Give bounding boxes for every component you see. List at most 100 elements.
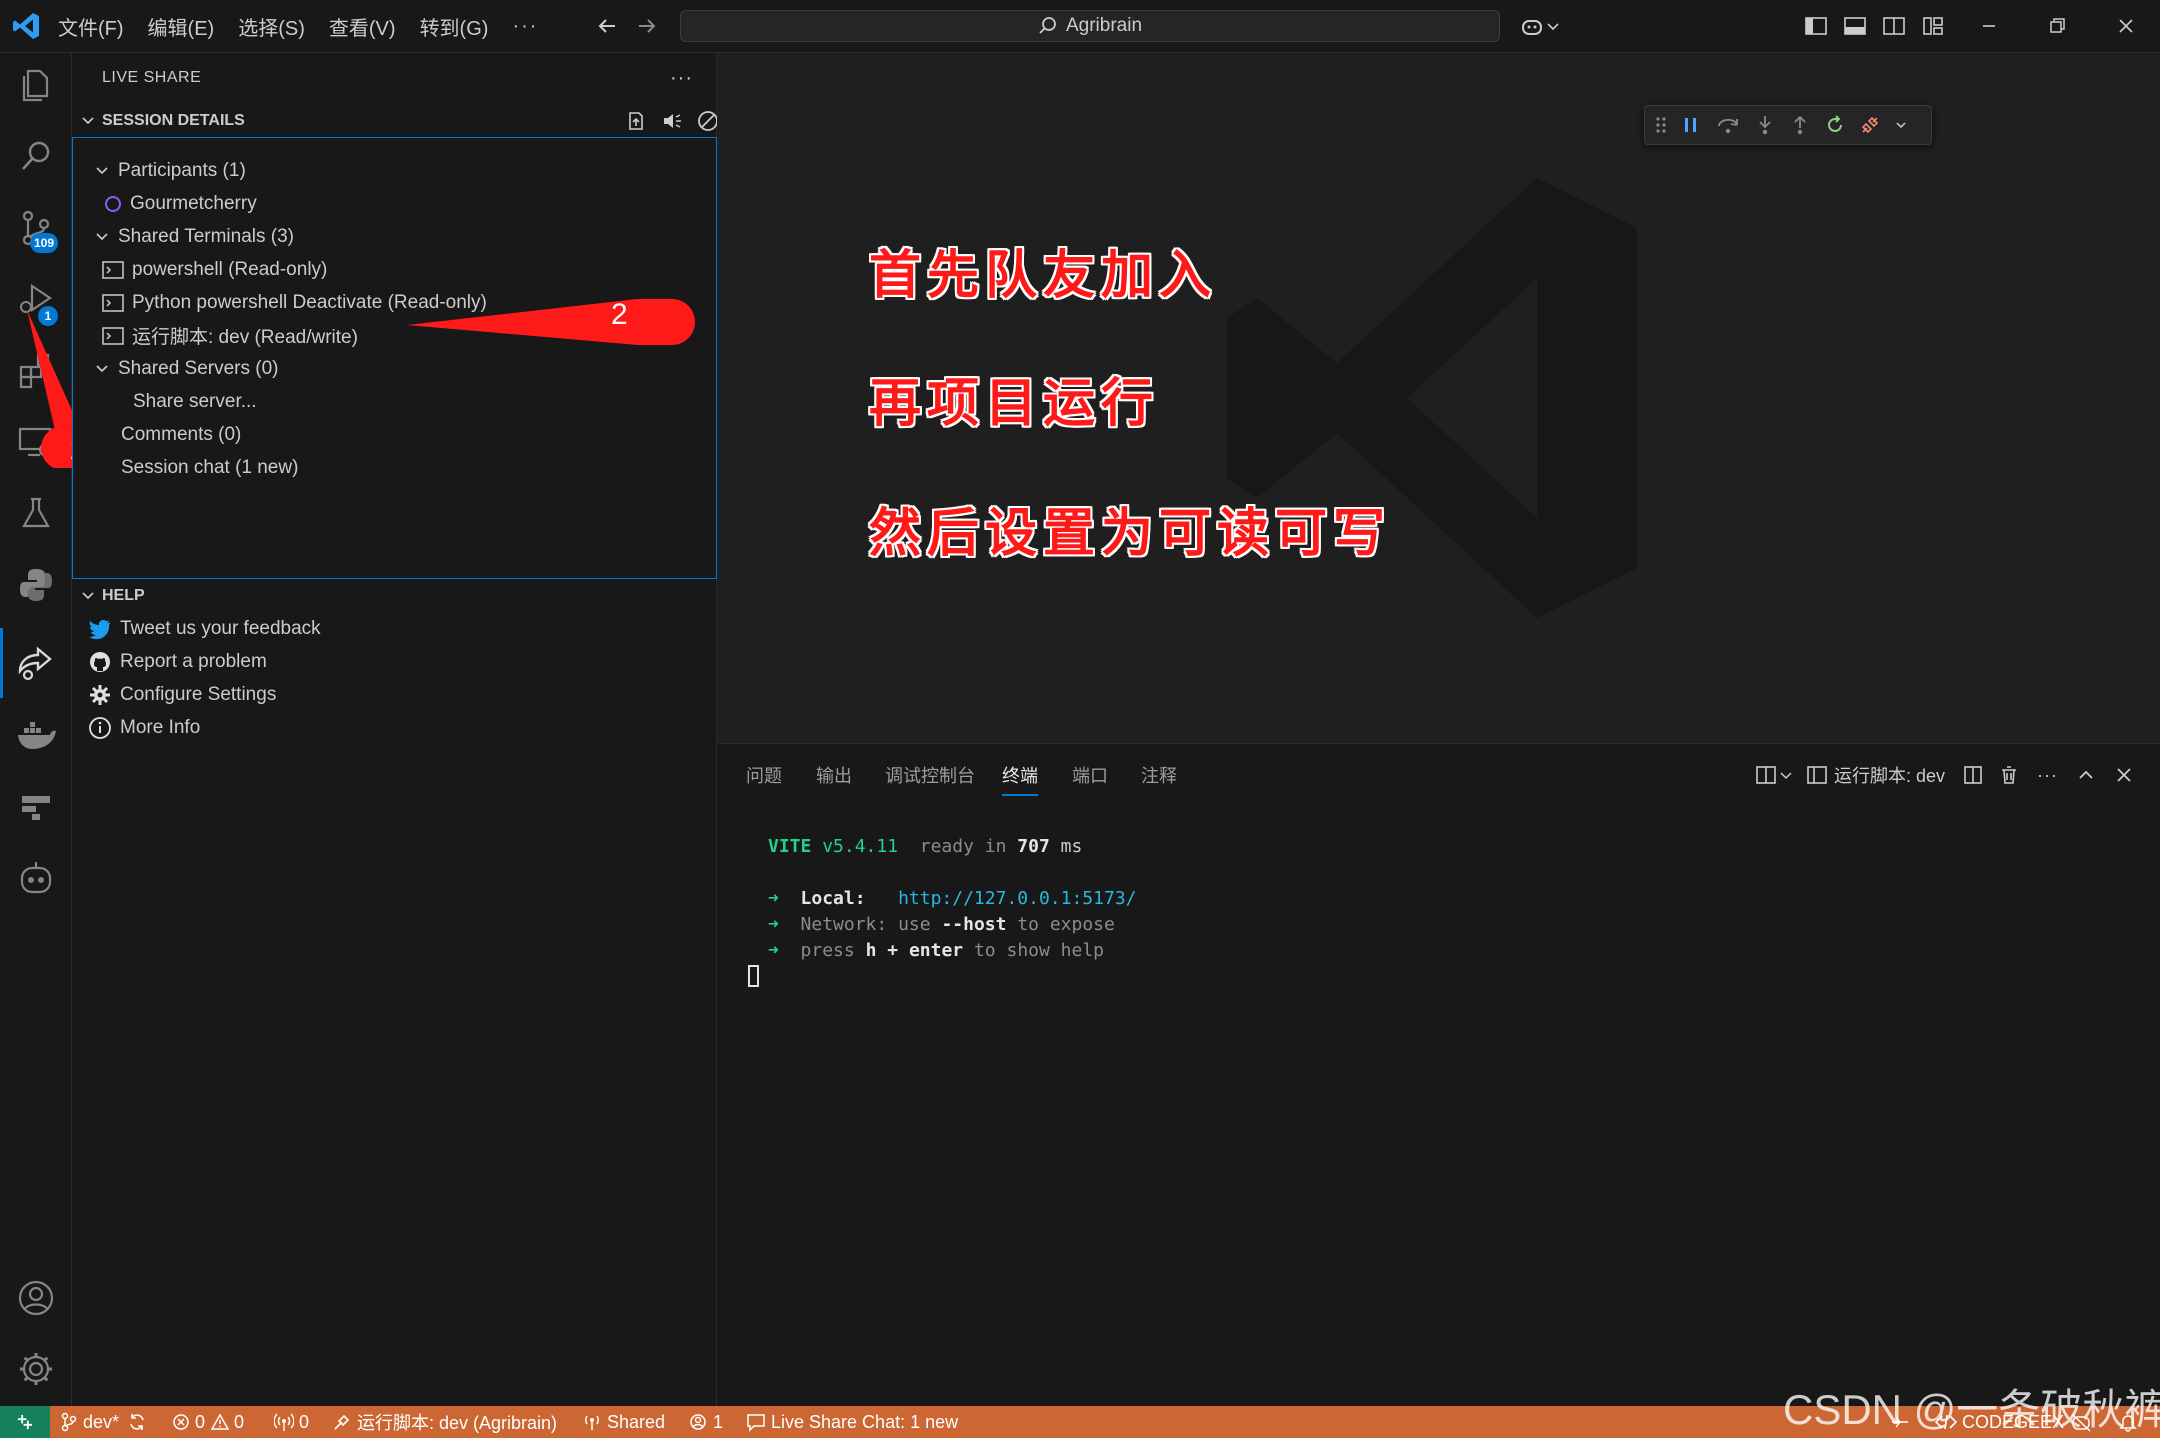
- restart-icon[interactable]: [1824, 114, 1846, 136]
- chevron-down-icon: [96, 364, 108, 372]
- search-icon: [1039, 17, 1056, 34]
- follow-participant-icon[interactable]: [624, 109, 648, 133]
- problems-item[interactable]: 0 0: [172, 1406, 244, 1438]
- timeline-tool-icon[interactable]: [14, 784, 58, 828]
- minimize-window-icon[interactable]: [1975, 12, 2003, 40]
- sidebar-more-button[interactable]: ···: [670, 67, 693, 90]
- ports-item[interactable]: 0: [274, 1406, 309, 1438]
- help-header[interactable]: HELP: [80, 581, 145, 611]
- ai-assistant-robot-icon[interactable]: [14, 856, 58, 900]
- menu-bar: 文件(F) 编辑(E) 选择(S) 查看(V) 转到(G) ···: [58, 0, 562, 52]
- testing-flask-icon[interactable]: [14, 491, 58, 535]
- python-icon[interactable]: [14, 563, 58, 607]
- pause-icon[interactable]: [1680, 114, 1702, 136]
- step-over-icon[interactable]: [1715, 114, 1741, 136]
- info-icon: [89, 716, 111, 739]
- live-share-participants-item[interactable]: 1: [688, 1406, 723, 1438]
- tab-problems[interactable]: 问题: [746, 762, 782, 794]
- participants-count: 1: [713, 1411, 724, 1432]
- live-share-status-item[interactable]: Shared: [582, 1406, 665, 1438]
- disconnect-icon[interactable]: [1859, 114, 1881, 136]
- forward-arrow-icon[interactable]: [633, 12, 661, 40]
- terminal-item-run-script-dev[interactable]: 运行脚本: dev (Read/write): [102, 319, 358, 352]
- participants-group[interactable]: Participants (1): [94, 154, 246, 187]
- shared-servers-group[interactable]: Shared Servers (0): [94, 352, 279, 385]
- toggle-panel-icon[interactable]: [1841, 12, 1869, 40]
- running-task-label: 运行脚本: dev (Agribrain): [357, 1413, 558, 1433]
- help-item-report-problem[interactable]: Report a problem: [88, 645, 267, 678]
- help-item-label: Configure Settings: [120, 683, 277, 705]
- menu-selection[interactable]: 选择(S): [238, 12, 305, 41]
- active-terminal-name[interactable]: 运行脚本: dev: [1834, 762, 1945, 788]
- share-server-action[interactable]: Share server...: [133, 385, 257, 418]
- menu-file[interactable]: 文件(F): [58, 12, 124, 41]
- toggle-primary-sidebar-icon[interactable]: [1802, 12, 1830, 40]
- maximize-panel-chevron-up-icon[interactable]: [2074, 763, 2098, 787]
- customize-layout-icon[interactable]: [1919, 12, 1947, 40]
- settings-gear-icon[interactable]: [14, 1347, 58, 1391]
- step-out-icon[interactable]: [1789, 114, 1811, 136]
- menu-edit[interactable]: 编辑(E): [148, 12, 215, 41]
- audio-mute-icon[interactable]: [660, 109, 684, 133]
- step-into-icon[interactable]: [1754, 114, 1776, 136]
- chevron-down-icon[interactable]: [1778, 763, 1794, 787]
- live-share-chat-item[interactable]: Live Share Chat: 1 new: [746, 1406, 958, 1438]
- help-item-label: Report a problem: [120, 650, 267, 672]
- menu-view[interactable]: 查看(V): [329, 12, 396, 41]
- trash-icon[interactable]: [1997, 763, 2021, 787]
- menu-more-button[interactable]: ···: [512, 15, 538, 38]
- copilot-chevron-down-icon[interactable]: [1545, 12, 1561, 40]
- warning-count: 0: [234, 1411, 245, 1432]
- back-arrow-icon[interactable]: [593, 12, 621, 40]
- split-terminal-icon[interactable]: [1961, 763, 1985, 787]
- gear-icon: [90, 684, 110, 705]
- tab-debug-console[interactable]: 调试控制台: [885, 762, 975, 794]
- chevron-down-icon: [82, 592, 94, 600]
- running-task-item[interactable]: 运行脚本: dev (Agribrain): [332, 1406, 557, 1438]
- sync-icon[interactable]: [127, 1412, 147, 1432]
- terminal-item-powershell[interactable]: powershell (Read-only): [102, 253, 327, 286]
- press-text: press: [800, 940, 855, 961]
- session-chat-item[interactable]: Session chat (1 new): [121, 451, 298, 484]
- session-details-header[interactable]: SESSION DETAILS: [80, 106, 245, 136]
- branch-item[interactable]: dev*: [60, 1406, 152, 1438]
- panel-more-button[interactable]: ···: [2037, 765, 2058, 786]
- participant-item[interactable]: Gourmetcherry: [104, 187, 257, 220]
- network-rest: to expose: [1017, 914, 1115, 935]
- explorer-icon[interactable]: [14, 63, 58, 107]
- live-share-icon[interactable]: [14, 641, 58, 685]
- help-item-more-info[interactable]: More Info: [88, 711, 200, 744]
- git-branch-icon: [61, 1412, 77, 1432]
- shared-label: Shared: [607, 1411, 666, 1432]
- vite-version: v5.4.11: [822, 836, 899, 857]
- close-window-icon[interactable]: [2112, 12, 2140, 40]
- search-view-icon[interactable]: [14, 134, 58, 178]
- tab-ports[interactable]: 端口: [1072, 762, 1108, 794]
- local-url-link[interactable]: http://127.0.0.1:5173/: [898, 888, 1136, 909]
- ready-text: ready in: [919, 836, 1007, 857]
- help-item-tweet-feedback[interactable]: Tweet us your feedback: [88, 612, 321, 645]
- remote-indicator[interactable]: [0, 1406, 50, 1438]
- split-layout-icon[interactable]: [1754, 763, 1778, 787]
- docker-icon[interactable]: [14, 713, 58, 757]
- help-item-configure-settings[interactable]: Configure Settings: [88, 678, 276, 711]
- local-label: Local:: [800, 888, 866, 909]
- chevron-down-icon[interactable]: [1894, 114, 1908, 136]
- menu-go[interactable]: 转到(G): [420, 12, 489, 41]
- branch-name: dev*: [83, 1411, 120, 1432]
- drag-handle-icon[interactable]: [1655, 114, 1667, 136]
- command-center-search[interactable]: Agribrain: [680, 10, 1500, 42]
- copilot-icon[interactable]: [1518, 12, 1546, 40]
- shared-terminals-group[interactable]: Shared Terminals (3): [94, 220, 294, 253]
- tab-terminal[interactable]: 终端: [1002, 762, 1038, 796]
- restore-window-icon[interactable]: [2043, 12, 2071, 40]
- arrow-glyph: ➜: [768, 888, 779, 909]
- accounts-icon[interactable]: [14, 1276, 58, 1320]
- toggle-secondary-sidebar-icon[interactable]: [1880, 12, 1908, 40]
- tab-output[interactable]: 输出: [816, 762, 852, 794]
- github-icon: [90, 651, 110, 672]
- close-panel-icon[interactable]: [2112, 763, 2136, 787]
- broadcast-icon: [274, 1413, 294, 1431]
- tab-comments[interactable]: 注释: [1141, 762, 1177, 794]
- comments-item[interactable]: Comments (0): [121, 418, 241, 451]
